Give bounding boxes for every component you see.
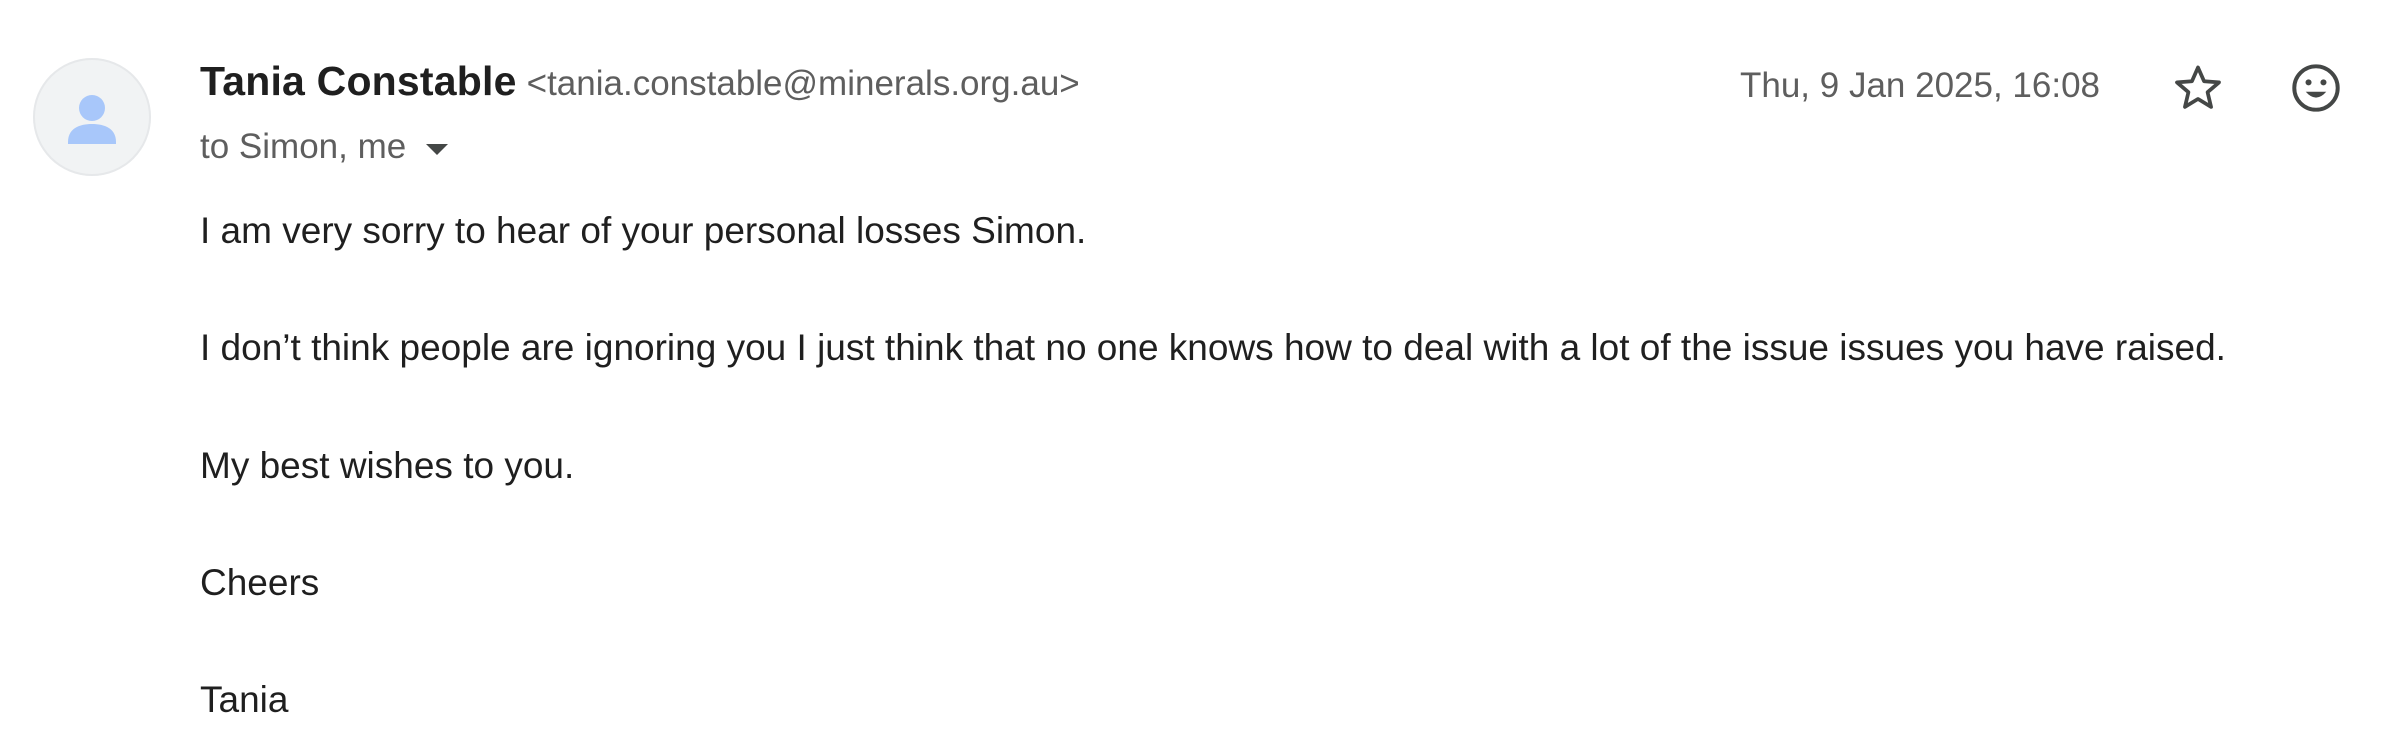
star-icon xyxy=(2175,65,2221,109)
person-icon xyxy=(68,95,116,144)
sender-name[interactable]: Tania Constable xyxy=(200,58,517,105)
sender-email: <tania.constable@minerals.org.au> xyxy=(526,64,1080,103)
body-paragraph: I am very sorry to hear of your personal… xyxy=(200,210,1087,251)
signature: Tania xyxy=(200,679,289,720)
star-button[interactable] xyxy=(2170,60,2226,116)
sender-line: Tania Constable <tania.constable@mineral… xyxy=(200,58,1080,118)
emoji-icon xyxy=(2292,64,2340,112)
message-date: Thu, 9 Jan 2025, 16:08 xyxy=(1740,66,2100,105)
avatar[interactable] xyxy=(33,58,151,176)
chevron-down-icon[interactable] xyxy=(426,143,449,155)
body-paragraph: I don’t think people are ignoring you I … xyxy=(200,327,2226,368)
add-reaction-button[interactable] xyxy=(2288,60,2344,116)
recipients-details[interactable]: to Simon, me xyxy=(200,127,449,167)
body-paragraph: My best wishes to you. xyxy=(200,445,575,486)
body-paragraph: Cheers xyxy=(200,562,320,603)
recipients-label: to Simon, me xyxy=(200,127,407,166)
